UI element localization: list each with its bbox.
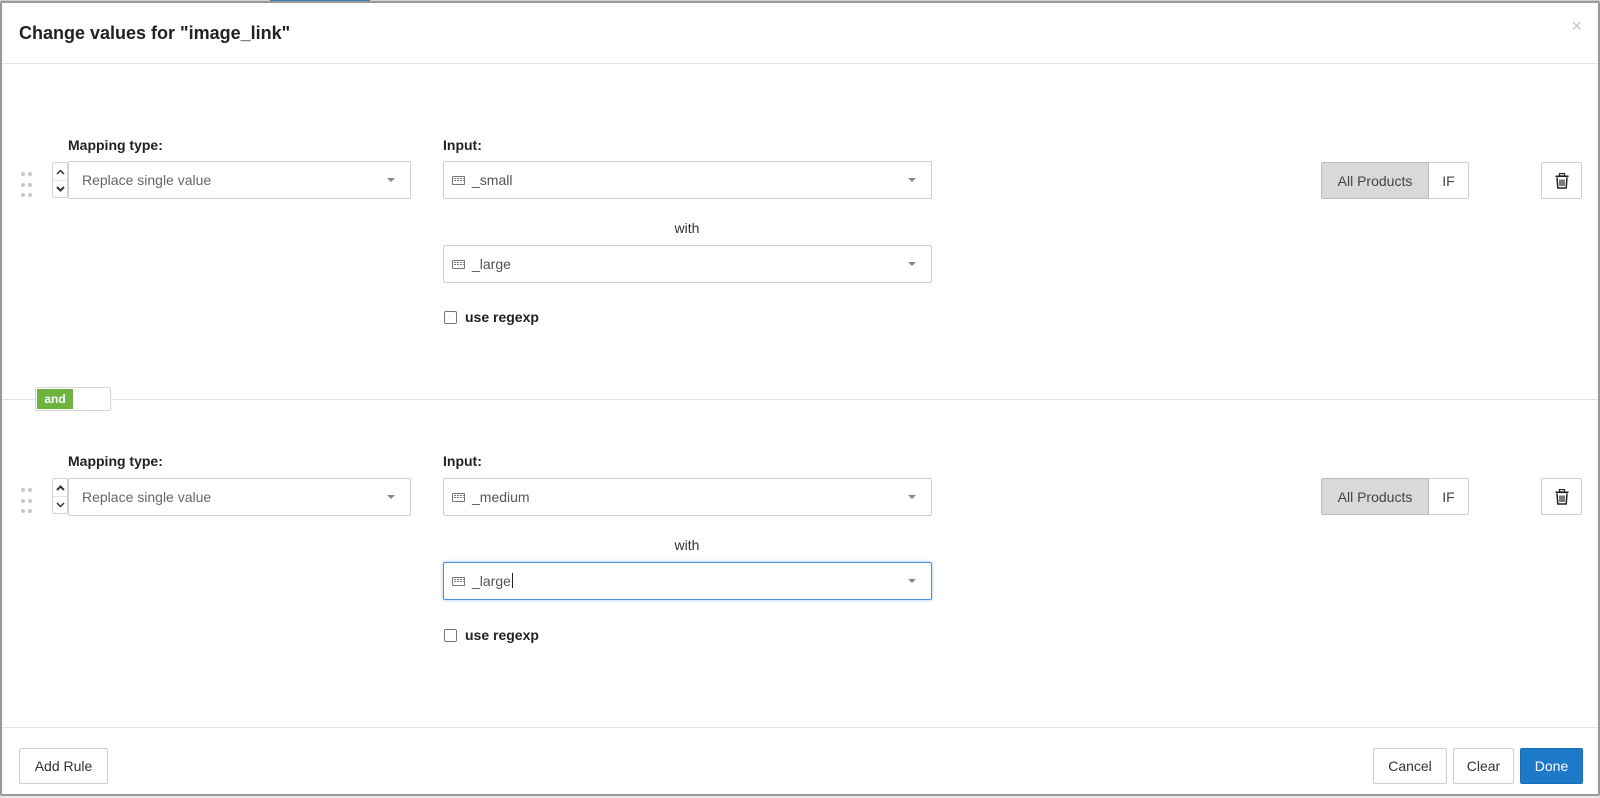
delete-rule-button[interactable]: [1541, 478, 1582, 515]
use-regexp-option: use regexp: [444, 627, 539, 643]
scope-toggle: All Products IF: [1321, 478, 1469, 515]
with-value-text: _large: [472, 573, 511, 589]
keyboard-icon: [452, 259, 465, 269]
input-label: Input:: [443, 453, 482, 469]
caret-down-icon: [908, 579, 916, 583]
use-regexp-checkbox[interactable]: [444, 310, 457, 324]
caret-down-icon: [908, 262, 916, 266]
mapping-type-select[interactable]: Replace single value: [68, 161, 411, 199]
rule-1: Mapping type: Replace single value Input…: [2, 64, 1598, 399]
reorder-stepper: [52, 478, 68, 514]
dialog-title: Change values for "image_link": [19, 23, 291, 43]
close-icon[interactable]: ×: [1571, 17, 1582, 35]
input-value-field[interactable]: _small: [443, 161, 932, 199]
text-cursor: [511, 573, 513, 588]
add-rule-button[interactable]: Add Rule: [19, 748, 108, 784]
with-label: with: [674, 537, 700, 553]
chevron-up-icon: [55, 168, 65, 175]
move-down-button[interactable]: [53, 496, 67, 513]
rule-2: Mapping type: Replace single value Input…: [2, 399, 1598, 727]
all-products-button[interactable]: All Products: [1321, 162, 1429, 199]
move-up-button[interactable]: [53, 479, 67, 496]
move-down-button[interactable]: [53, 180, 67, 197]
delete-rule-button[interactable]: [1541, 162, 1582, 199]
if-condition-button[interactable]: IF: [1429, 478, 1469, 515]
clear-button[interactable]: Clear: [1453, 748, 1514, 784]
mapping-type-select[interactable]: Replace single value: [68, 478, 411, 516]
cancel-button[interactable]: Cancel: [1373, 748, 1447, 784]
chevron-up-icon: [55, 484, 65, 491]
scope-toggle: All Products IF: [1321, 162, 1469, 199]
with-value-field[interactable]: _large: [443, 245, 932, 283]
trash-icon: [1555, 172, 1568, 189]
if-condition-button[interactable]: IF: [1429, 162, 1469, 199]
dialog-footer: Add Rule Cancel Clear Done: [2, 727, 1598, 798]
mapping-type-label: Mapping type:: [68, 137, 163, 153]
keyboard-icon: [452, 576, 465, 586]
use-regexp-label: use regexp: [465, 627, 539, 643]
trash-icon: [1555, 488, 1568, 505]
input-value-text: _small: [472, 172, 513, 188]
caret-down-icon: [908, 178, 916, 182]
mapping-type-label: Mapping type:: [68, 453, 163, 469]
chevron-down-icon: [55, 502, 65, 508]
input-label: Input:: [443, 137, 482, 153]
caret-down-icon: [387, 178, 395, 182]
keyboard-icon: [452, 175, 465, 185]
mapping-type-value: Replace single value: [82, 172, 212, 188]
use-regexp-label: use regexp: [465, 309, 539, 325]
input-value-text: _medium: [472, 489, 530, 505]
move-up-button[interactable]: [53, 163, 67, 180]
drag-handle-icon[interactable]: [21, 488, 32, 516]
use-regexp-checkbox[interactable]: [444, 628, 457, 642]
done-button[interactable]: Done: [1520, 748, 1583, 784]
mapping-type-value: Replace single value: [82, 489, 212, 505]
with-value-text: _large: [472, 256, 511, 272]
dialog-header: Change values for "image_link" ×: [2, 3, 1598, 64]
caret-down-icon: [908, 495, 916, 499]
caret-down-icon: [387, 495, 395, 499]
input-value-field[interactable]: _medium: [443, 478, 932, 516]
change-values-dialog: Change values for "image_link" × Mapping…: [0, 1, 1600, 796]
all-products-button[interactable]: All Products: [1321, 478, 1429, 515]
chevron-down-icon: [55, 186, 65, 192]
use-regexp-option: use regexp: [444, 309, 539, 325]
drag-handle-icon[interactable]: [21, 172, 32, 200]
reorder-stepper: [52, 162, 68, 198]
with-label: with: [674, 220, 700, 236]
keyboard-icon: [452, 492, 465, 502]
with-value-field[interactable]: _large: [443, 562, 932, 600]
